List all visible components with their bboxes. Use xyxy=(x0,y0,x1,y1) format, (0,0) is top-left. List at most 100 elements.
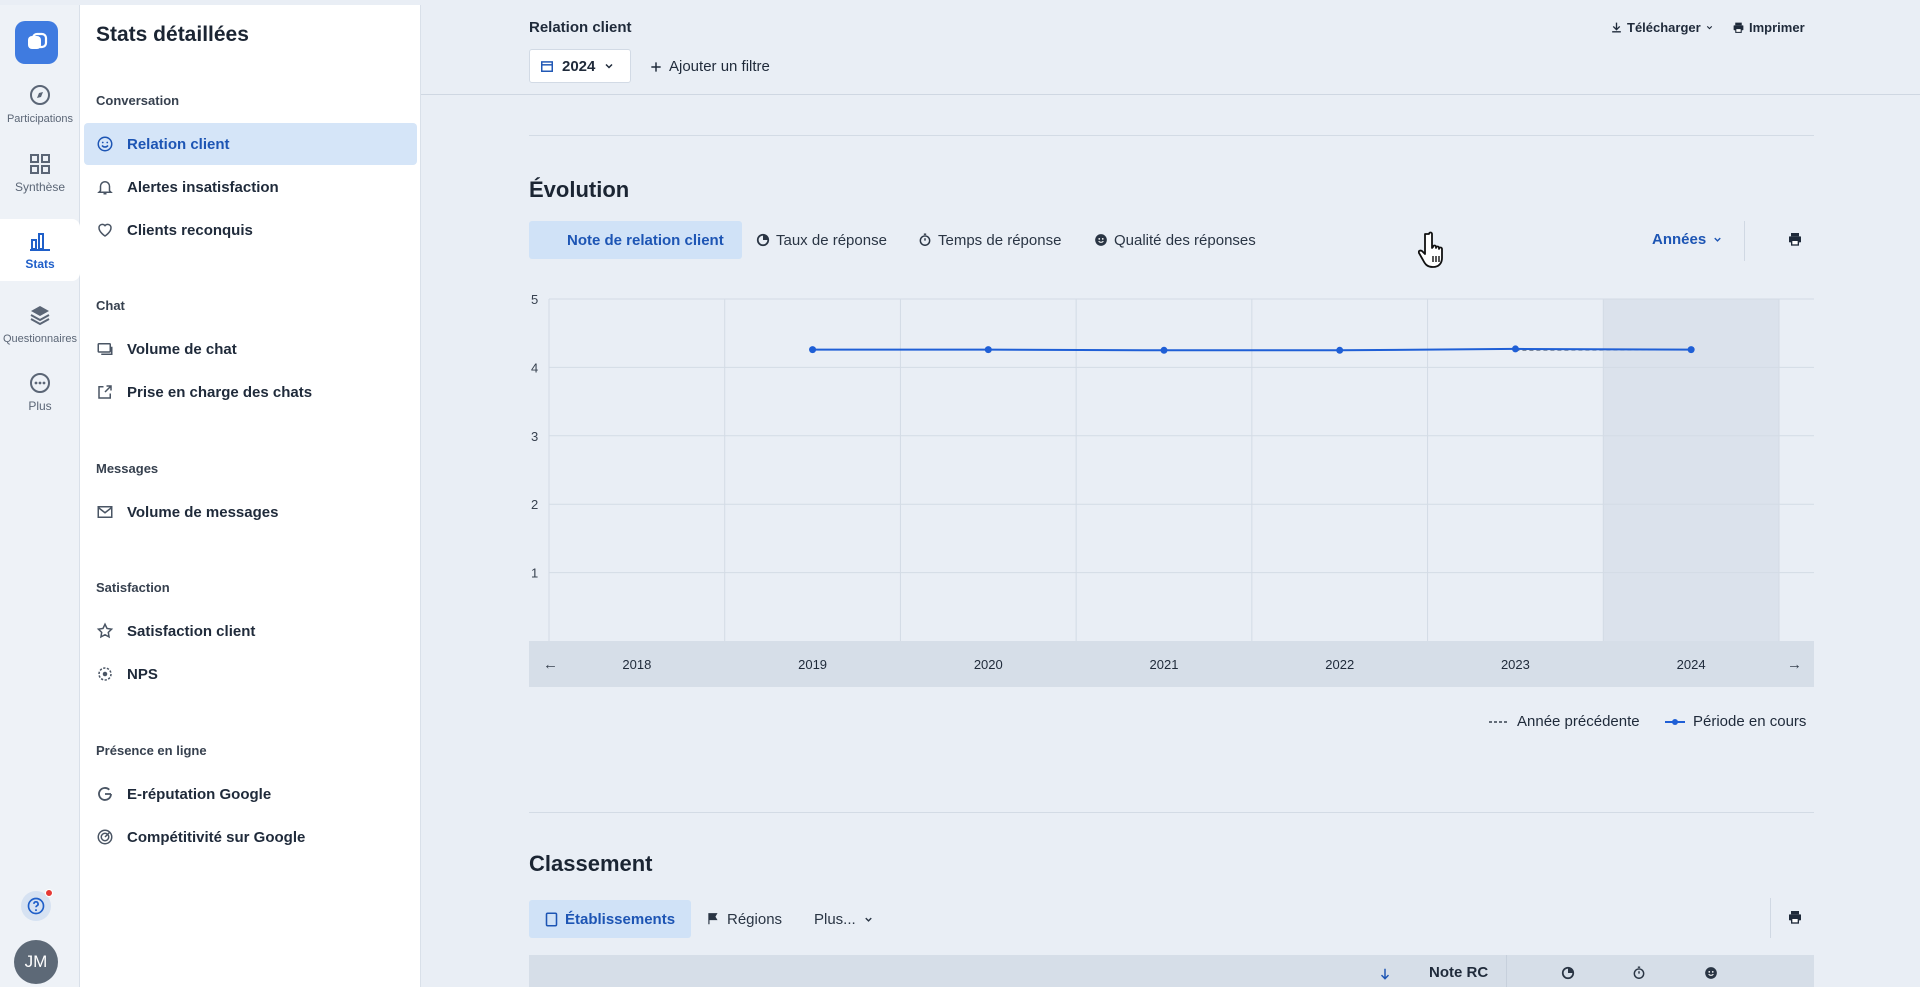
pie-icon[interactable] xyxy=(1561,966,1575,980)
rail-item-synthese[interactable]: Synthèse xyxy=(0,152,80,194)
layers-icon xyxy=(30,306,50,326)
avatar[interactable]: JM xyxy=(14,940,58,984)
rail-label: Stats xyxy=(25,257,55,271)
section-label-chat: Chat xyxy=(96,298,125,313)
chevron-down-icon xyxy=(1706,25,1712,30)
share-icon xyxy=(98,385,112,399)
evolution-title: Évolution xyxy=(529,177,630,202)
y-tick-label: 4 xyxy=(531,360,538,375)
tab-label: Temps de réponse xyxy=(938,231,1062,249)
heart-icon xyxy=(98,223,112,237)
chevron-down-icon xyxy=(605,63,613,69)
x-tick-label: 2021 xyxy=(1150,657,1179,672)
rail-item-stats[interactable]: Stats xyxy=(0,219,80,281)
sidebar-item-competitivite[interactable]: Compétitivité sur Google xyxy=(84,816,417,858)
print-label: Imprimer xyxy=(1749,20,1805,35)
tab-label: Plus... xyxy=(814,910,856,928)
smile-icon xyxy=(97,136,113,152)
bell-icon xyxy=(97,181,113,195)
rail-label: Questionnaires xyxy=(3,333,77,345)
tab-qualite-reponses[interactable]: Qualité des réponses xyxy=(1094,221,1256,259)
chevron-down-icon xyxy=(1714,237,1721,242)
next-arrow-icon: → xyxy=(1787,656,1802,673)
dashed-line-icon xyxy=(1489,720,1509,723)
tablet-icon xyxy=(545,911,558,927)
app-logo-icon[interactable] xyxy=(15,21,58,64)
x-tick-label: 2022 xyxy=(1325,657,1354,672)
sidebar-item-e-reputation[interactable]: E-réputation Google xyxy=(84,773,417,815)
ranking-print-button[interactable] xyxy=(1787,909,1803,930)
sidebar-item-nps[interactable]: NPS xyxy=(84,653,417,695)
chat-icon xyxy=(97,343,113,355)
rail-label: Plus xyxy=(28,399,52,413)
gauge-icon xyxy=(98,667,112,681)
tab-label: Note de relation client xyxy=(567,231,724,249)
legend-label: Année précédente xyxy=(1517,713,1640,730)
sidebar-item-label: Alertes insatisfaction xyxy=(127,178,279,196)
tab-temps-reponse[interactable]: Temps de réponse xyxy=(918,221,1061,259)
period-select[interactable]: Années xyxy=(1652,231,1723,248)
sidebar-item-label: Relation client xyxy=(127,135,230,153)
tab-label: Qualité des réponses xyxy=(1114,231,1256,249)
more-icon xyxy=(30,373,50,393)
flag-icon xyxy=(708,913,718,925)
divider xyxy=(529,812,1814,813)
sidebar-item-satisfaction-client[interactable]: Satisfaction client xyxy=(84,610,417,652)
stopwatch-icon[interactable] xyxy=(1632,966,1646,980)
divider xyxy=(529,135,1814,136)
sidebar-item-label: Volume de messages xyxy=(127,503,279,521)
x-tick-label: 2019 xyxy=(798,657,827,672)
column-note-rc[interactable]: Note RC xyxy=(1429,964,1488,981)
smiley-icon xyxy=(1095,234,1107,246)
legend-current: Période en cours xyxy=(1665,713,1806,730)
smiley-icon[interactable] xyxy=(1704,966,1718,980)
radar-icon xyxy=(97,829,113,845)
plus-icon xyxy=(651,61,661,72)
sidebar-item-alertes[interactable]: Alertes insatisfaction xyxy=(84,166,417,208)
ranking-table-header: Note RC xyxy=(529,955,1814,987)
x-tick-label: 2018 xyxy=(622,657,651,672)
sidebar-item-label: E-réputation Google xyxy=(127,785,272,803)
legend-previous: Année précédente xyxy=(1489,713,1640,730)
chart-print-button[interactable] xyxy=(1787,231,1803,252)
x-tick-label: 2024 xyxy=(1677,657,1706,672)
tab-plus[interactable]: Plus... xyxy=(814,900,874,938)
tab-regions[interactable]: Régions xyxy=(706,900,782,938)
tab-taux-reponse[interactable]: Taux de réponse xyxy=(756,221,887,259)
section-label-presence: Présence en ligne xyxy=(96,743,207,758)
sidebar-item-volume-chat[interactable]: Volume de chat xyxy=(84,328,417,370)
breadcrumb: Relation client xyxy=(529,19,632,36)
tab-note-relation-client[interactable]: Note de relation client xyxy=(529,221,742,259)
sidebar-item-volume-messages[interactable]: Volume de messages xyxy=(84,491,417,533)
evolution-chart: 1 2 3 4 5 ← → 2018 2019 2020 2021 2022 2023 2024 xyxy=(529,292,1814,687)
download-label: Télécharger xyxy=(1627,20,1701,35)
section-label-messages: Messages xyxy=(96,461,159,476)
add-filter-button[interactable]: Ajouter un filtre xyxy=(649,58,770,75)
help-button[interactable] xyxy=(21,889,53,921)
main-content: Relation client 2024 Ajouter un filtre T… xyxy=(421,5,1920,987)
sidebar-item-label: Satisfaction client xyxy=(127,622,256,640)
page-header: Relation client 2024 Ajouter un filtre T… xyxy=(421,5,1920,95)
period-label: Années xyxy=(1652,231,1707,248)
rail-item-questionnaires[interactable]: Questionnaires xyxy=(0,303,80,345)
tab-label: Établissements xyxy=(565,910,676,928)
sidebar-item-label: Clients reconquis xyxy=(127,221,253,239)
sidebar-item-prise-en-charge[interactable]: Prise en charge des chats xyxy=(84,371,417,413)
chevron-down-icon xyxy=(864,917,872,922)
sidebar-item-clients-reconquis[interactable]: Clients reconquis xyxy=(84,209,417,251)
print-button[interactable]: Imprimer xyxy=(1732,20,1805,35)
year-select[interactable]: 2024 xyxy=(529,49,631,83)
download-button[interactable]: Télécharger xyxy=(1610,20,1714,35)
google-icon xyxy=(98,787,112,801)
sort-down-icon[interactable] xyxy=(1378,966,1392,982)
tab-etablissements[interactable]: Établissements xyxy=(529,900,692,938)
data-point xyxy=(984,346,992,354)
y-tick-label: 2 xyxy=(531,497,538,512)
rail-item-plus[interactable]: Plus xyxy=(0,371,80,413)
tab-label: Taux de réponse xyxy=(776,231,887,249)
printer-icon xyxy=(1789,233,1801,246)
data-point xyxy=(1336,346,1344,354)
rail-item-participations[interactable]: Participations xyxy=(0,83,80,125)
sidebar-item-relation-client[interactable]: Relation client xyxy=(84,123,417,165)
printer-icon xyxy=(1733,22,1744,33)
